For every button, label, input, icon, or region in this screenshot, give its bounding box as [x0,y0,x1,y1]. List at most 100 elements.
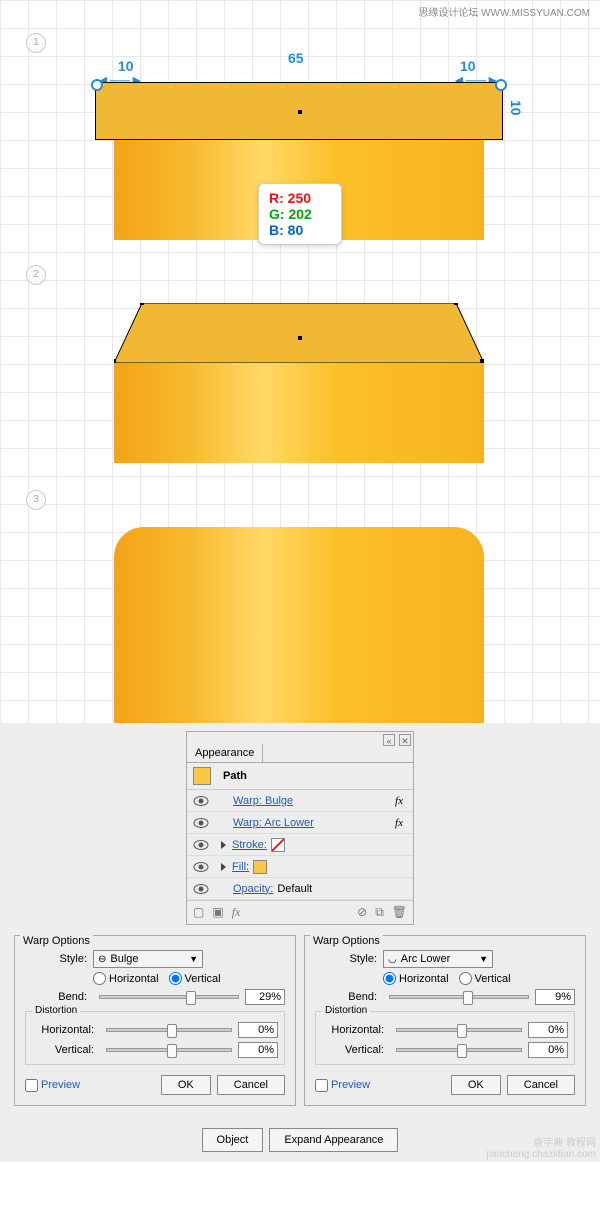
dim-mid: 65 [288,50,304,66]
warp-options-bulge: Warp Options Style: ⊖ Bulge ▼ Horizontal… [14,935,296,1106]
watermark-url: WWW.MISSYUAN.COM [481,8,590,19]
rgb-b: B: 80 [269,222,331,238]
v-slider[interactable] [396,1048,522,1052]
preview-label: Preview [41,1079,80,1091]
visibility-eye-icon[interactable] [193,883,209,895]
bend-label: Bend: [25,991,87,1003]
bend-value[interactable]: 29% [245,989,285,1005]
cancel-button[interactable]: Cancel [507,1075,575,1095]
bend-slider[interactable] [99,995,239,999]
ok-button[interactable]: OK [451,1075,501,1095]
style-select[interactable]: ◡ Arc Lower ▼ [383,950,493,968]
warp-options-arclower: Warp Options Style: ◡ Arc Lower ▼ Horizo… [304,935,586,1106]
visibility-eye-icon[interactable] [193,817,209,829]
panel-controls: « ✕ [383,734,411,746]
horizontal-radio[interactable]: Horizontal [383,972,449,985]
radio-label: Horizontal [109,973,159,985]
style-select[interactable]: ⊖ Bulge ▼ [93,950,203,968]
opacity-value: Default [277,883,312,895]
group-label: Distortion [322,1005,370,1016]
trapezoid-shape[interactable] [114,303,484,363]
layer-icon[interactable]: ▣ [212,905,223,920]
appearance-footer: ▢ ▣ fx ⊘ ⧉ 🗑 [187,900,413,924]
row-label: Fill: [232,861,249,873]
expand-appearance-button[interactable]: Expand Appearance [269,1128,398,1152]
new-art-icon[interactable]: ▢ [193,905,204,920]
bend-slider[interactable] [389,995,529,999]
distortion-group: Distortion Horizontal: 0% Vertical: 0% [25,1011,285,1065]
h-value[interactable]: 0% [528,1022,568,1038]
ok-button[interactable]: OK [161,1075,211,1095]
bend-label: Bend: [315,991,377,1003]
h-slider[interactable] [396,1028,522,1032]
rgb-r: R: 250 [269,190,331,206]
preview-checkbox[interactable]: Preview [315,1079,370,1092]
row-label: Opacity: [233,883,273,895]
dropdown-caret-icon: ▼ [189,954,198,964]
watermark-cn: 思缘设计论坛 [418,8,478,19]
watermark-top: 思缘设计论坛 WWW.MISSYUAN.COM [418,4,590,19]
object-button[interactable]: Object [202,1128,264,1152]
appearance-tab[interactable]: Appearance [187,744,263,762]
style-label: Style: [25,953,87,965]
path-swatch[interactable] [193,767,211,785]
row-label: Stroke: [232,839,267,851]
none-swatch[interactable] [271,838,285,852]
visibility-eye-icon[interactable] [193,795,209,807]
preview-checkbox[interactable]: Preview [25,1079,80,1092]
fx-badge[interactable]: fx [395,817,403,829]
step-1-badge: 1 [26,33,46,53]
expand-triangle-icon[interactable] [221,841,226,849]
watermark-bottom: 查字典 教程网 jiaocheng.chazidian.com [486,1138,596,1160]
warp-bulge-row[interactable]: Warp: Bulge fx [187,790,413,812]
center-anchor-icon [298,110,302,114]
stroke-row[interactable]: Stroke: [187,834,413,856]
warp-dialogs: Warp Options Style: ⊖ Bulge ▼ Horizontal… [0,935,600,1118]
step-3-badge: 3 [26,490,46,510]
appearance-panel: « ✕ Appearance Path Warp: Bulge fx Warp:… [186,731,414,925]
warped-shape[interactable] [114,527,484,723]
visibility-eye-icon[interactable] [193,839,209,851]
vertical-radio[interactable]: Vertical [169,972,221,985]
panel-menu-icon[interactable]: « [383,734,395,746]
appearance-header: Path [187,763,413,790]
row-label: Warp: Bulge [233,795,293,807]
h-label: Horizontal: [32,1024,94,1036]
bulge-icon: ⊖ [98,954,106,965]
h-value[interactable]: 0% [238,1022,278,1038]
warp-arclower-row[interactable]: Warp: Arc Lower fx [187,812,413,834]
preview-label: Preview [331,1079,370,1091]
radio-label: Vertical [185,973,221,985]
horizontal-radio[interactable]: Horizontal [93,972,159,985]
style-value: Bulge [110,953,138,965]
opacity-row[interactable]: Opacity: Default [187,878,413,900]
vertical-radio[interactable]: Vertical [459,972,511,985]
radio-label: Horizontal [399,973,449,985]
fx-badge[interactable]: fx [395,795,403,807]
v-value[interactable]: 0% [528,1042,568,1058]
v-slider[interactable] [106,1048,232,1052]
fill-swatch[interactable] [253,860,267,874]
wm1: 查字典 [533,1138,563,1149]
fill-row[interactable]: Fill: [187,856,413,878]
clear-icon[interactable]: ⊘ [357,905,367,920]
fx-button[interactable]: fx [232,905,241,920]
h-slider[interactable] [106,1028,232,1032]
visibility-eye-icon[interactable] [193,861,209,873]
bottom-button-bar: Object Expand Appearance 查字典 教程网 jiaoche… [0,1118,600,1162]
h-label: Horizontal: [322,1024,384,1036]
dialog-title: Warp Options [20,935,93,947]
duplicate-icon[interactable]: ⧉ [375,905,384,920]
lower-panel-area: « ✕ Appearance Path Warp: Bulge fx Warp:… [0,723,600,1162]
bend-value[interactable]: 9% [535,989,575,1005]
panel-close-icon[interactable]: ✕ [399,734,411,746]
center-anchor-icon [298,336,302,340]
trash-icon[interactable]: 🗑 [392,905,407,920]
expand-triangle-icon[interactable] [221,863,226,871]
dialog-title: Warp Options [310,935,383,947]
appearance-body: Path Warp: Bulge fx Warp: Arc Lower fx S… [187,762,413,924]
v-value[interactable]: 0% [238,1042,278,1058]
rgb-info-box: R: 250 G: 202 B: 80 [258,183,342,245]
bar-gradient-2 [114,363,484,463]
cancel-button[interactable]: Cancel [217,1075,285,1095]
